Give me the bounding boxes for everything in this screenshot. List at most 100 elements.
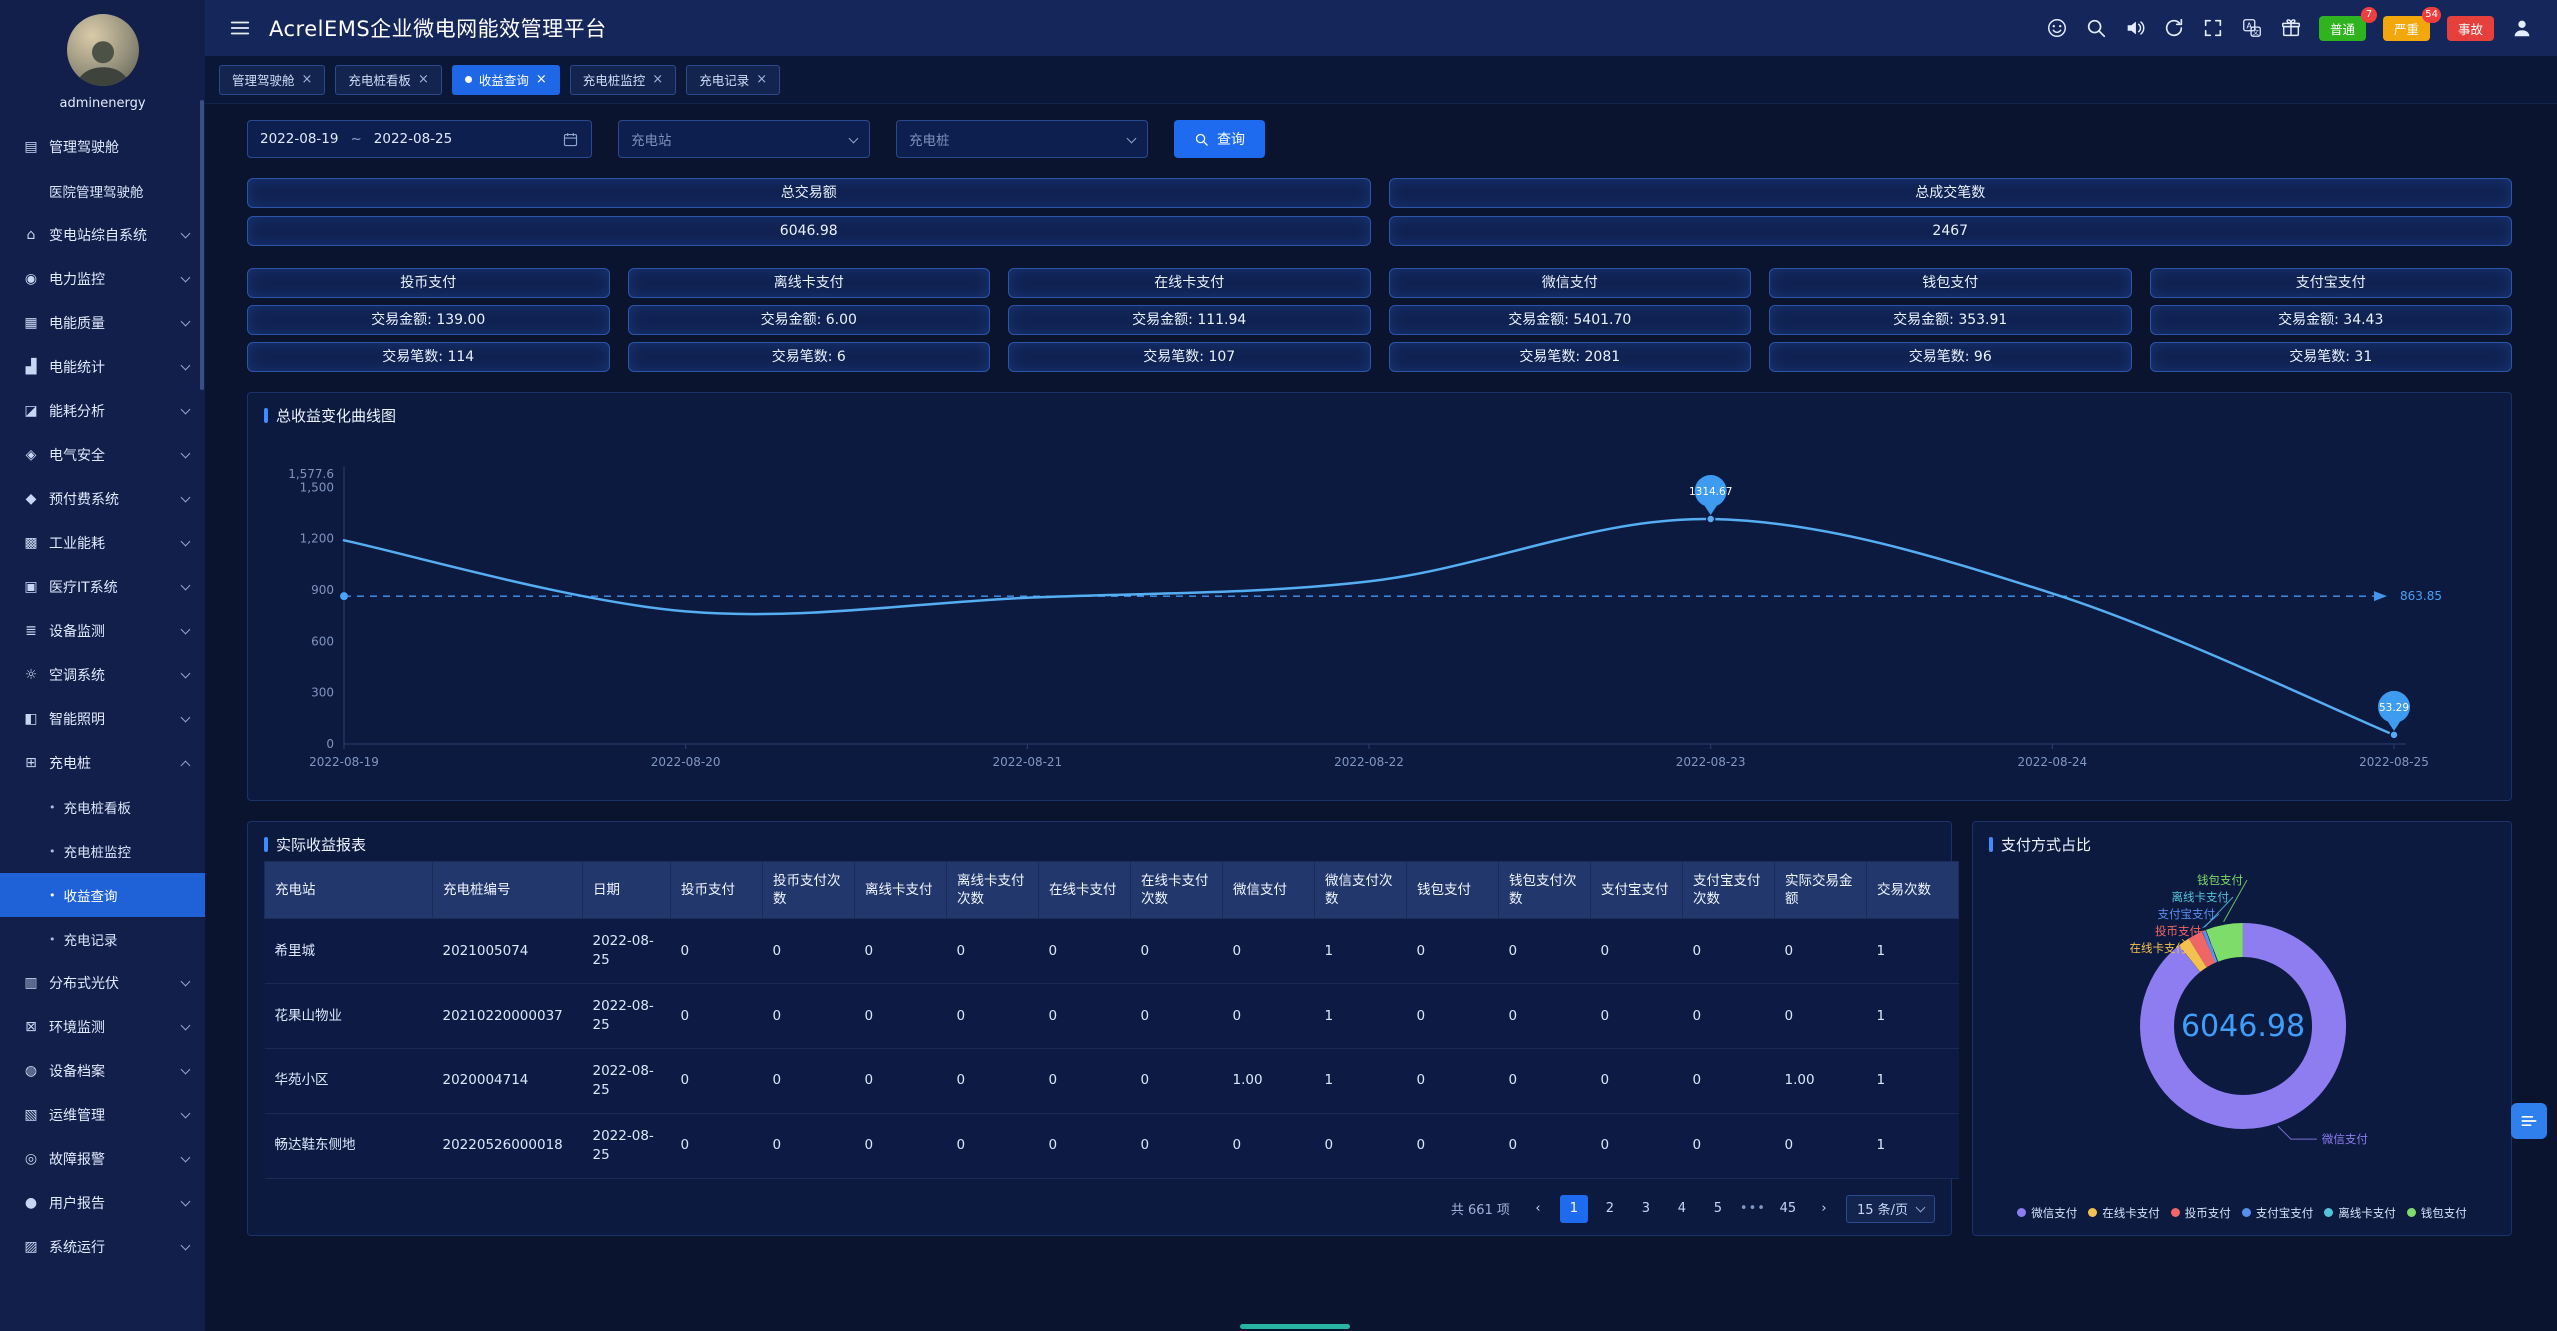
- sidebar-item-smart-lighting[interactable]: ◧智能照明: [0, 697, 205, 741]
- page-ellipsis[interactable]: •••: [1740, 1201, 1766, 1216]
- sidebar-item-prepaid-system[interactable]: ◆预付费系统: [0, 477, 205, 521]
- date-separator: ~: [350, 131, 361, 147]
- table-cell: 0: [1315, 1113, 1407, 1178]
- emoji-icon[interactable]: [2046, 17, 2068, 39]
- legend-item[interactable]: 投币支付: [2171, 1205, 2231, 1221]
- sidebar-item-energy-analysis[interactable]: ◪能耗分析: [0, 389, 205, 433]
- pile-select[interactable]: 充电桩: [896, 120, 1148, 158]
- tab-revenue-query[interactable]: 收益查询×: [452, 65, 560, 95]
- svg-text:2022-08-22: 2022-08-22: [1334, 755, 1404, 769]
- sidebar-item-system-operation[interactable]: ▨系统运行: [0, 1225, 205, 1269]
- menu-toggle-icon[interactable]: [229, 17, 251, 39]
- query-button[interactable]: 查询: [1174, 120, 1265, 158]
- sidebar-item-industrial-energy[interactable]: ▩工业能耗: [0, 521, 205, 565]
- pagination: 共 661 项‹12345•••45›15 条/页: [264, 1195, 1935, 1223]
- sidebar-item-substation-system[interactable]: ⌂变电站综自系统: [0, 213, 205, 257]
- date-range-picker[interactable]: 2022-08-19 ~ 2022-08-25: [247, 120, 592, 158]
- translate-icon[interactable]: A文: [2241, 17, 2263, 39]
- total-count-label: 总成交笔数: [1389, 178, 2513, 208]
- sidebar-subitem-label: 充电桩看板: [64, 797, 132, 817]
- sidebar-item-fault-alarm[interactable]: ◎故障报警: [0, 1137, 205, 1181]
- charging-pile-icon: ⊞: [20, 755, 42, 771]
- sidebar-item-power-quality[interactable]: ▦电能质量: [0, 301, 205, 345]
- sidebar-item-power-monitoring[interactable]: ◉电力监控: [0, 257, 205, 301]
- page-button-1[interactable]: 1: [1560, 1195, 1588, 1223]
- sync-icon[interactable]: [2163, 17, 2185, 39]
- tab-pile-monitoring[interactable]: 充电桩监控×: [570, 65, 676, 95]
- sidebar-item-management-cockpit[interactable]: ▤管理驾驶舱: [0, 125, 205, 169]
- sidebar-item-charging-pile[interactable]: ⊞充电桩: [0, 741, 205, 785]
- gift-icon[interactable]: [2280, 17, 2302, 39]
- sidebar: adminenergy ▤管理驾驶舱医院管理驾驶舱⌂变电站综自系统◉电力监控▦电…: [0, 0, 205, 1331]
- sidebar-subitem-charging-records[interactable]: •充电记录: [0, 917, 205, 961]
- alarm-badge-normal[interactable]: 普通7: [2319, 16, 2366, 41]
- sidebar-item-electrical-safety[interactable]: ◈电气安全: [0, 433, 205, 477]
- table-cell: 0: [1131, 919, 1223, 984]
- alarm-badge-accident[interactable]: 事故: [2447, 16, 2494, 41]
- legend-item[interactable]: 在线卡支付: [2088, 1205, 2160, 1221]
- sidebar-item-hvac-system[interactable]: ☼空调系统: [0, 653, 205, 697]
- sidebar-scrollbar-thumb[interactable]: [200, 100, 204, 390]
- sidebar-subitem-pile-dashboard[interactable]: •充电桩看板: [0, 785, 205, 829]
- table-cell: 0: [1131, 984, 1223, 1049]
- user-avatar-photo[interactable]: [67, 14, 139, 86]
- horizontal-scrollbar-thumb[interactable]: [1240, 1324, 1350, 1329]
- alarm-badge-severe[interactable]: 严重54: [2383, 16, 2430, 41]
- prev-page-button[interactable]: ‹: [1524, 1195, 1552, 1223]
- page-button-45[interactable]: 45: [1774, 1195, 1802, 1223]
- svg-text:2022-08-19: 2022-08-19: [309, 755, 379, 769]
- search-icon[interactable]: [2085, 17, 2107, 39]
- floating-widget-button[interactable]: [2511, 1103, 2547, 1139]
- legend-item[interactable]: 离线卡支付: [2324, 1205, 2396, 1221]
- page-button-3[interactable]: 3: [1632, 1195, 1660, 1223]
- sidebar-item-environment-monitoring[interactable]: ⊠环境监测: [0, 1005, 205, 1049]
- tab-close-icon[interactable]: ×: [652, 72, 663, 87]
- page-button-2[interactable]: 2: [1596, 1195, 1624, 1223]
- station-select[interactable]: 充电站: [618, 120, 870, 158]
- total-amount-label: 总交易额: [247, 178, 1371, 208]
- sidebar-item-user-report[interactable]: ●用户报告: [0, 1181, 205, 1225]
- tab-close-icon[interactable]: ×: [756, 72, 767, 87]
- tab-charging-records[interactable]: 充电记录×: [686, 65, 780, 95]
- table-cell: 0: [671, 1113, 763, 1178]
- page-button-4[interactable]: 4: [1668, 1195, 1696, 1223]
- sidebar-item-label: 电能质量: [49, 313, 105, 333]
- device-monitor-icon: ≣: [20, 623, 42, 639]
- chevron-down-icon: [1916, 1203, 1926, 1213]
- legend-item[interactable]: 钱包支付: [2407, 1205, 2467, 1221]
- alarm-badge-label: 严重: [2394, 22, 2419, 37]
- tab-management-cockpit[interactable]: 管理驾驶舱×: [219, 65, 325, 95]
- tab-close-icon[interactable]: ×: [536, 72, 547, 87]
- page-size-select[interactable]: 15 条/页: [1846, 1195, 1935, 1223]
- svg-text:1,200: 1,200: [300, 532, 334, 546]
- tab-close-icon[interactable]: ×: [418, 72, 429, 87]
- payment-card-count: 交易笔数: 2081: [1389, 342, 1752, 372]
- fullscreen-icon[interactable]: [2202, 17, 2224, 39]
- sidebar-item-operations-management[interactable]: ▧运维管理: [0, 1093, 205, 1137]
- volume-icon[interactable]: [2124, 17, 2146, 39]
- legend-item[interactable]: 微信支付: [2017, 1205, 2077, 1221]
- sidebar-subitem-pile-monitoring[interactable]: •充电桩监控: [0, 829, 205, 873]
- table-cell: 畅达鞋东侧地: [265, 1113, 433, 1178]
- sidebar-item-device-archive[interactable]: ◍设备档案: [0, 1049, 205, 1093]
- legend-dot-icon: [2407, 1208, 2416, 1217]
- chevron-down-icon: [181, 580, 191, 590]
- sidebar-item-device-monitoring[interactable]: ≣设备监测: [0, 609, 205, 653]
- table-cell: 0: [1499, 984, 1591, 1049]
- page-button-5[interactable]: 5: [1704, 1195, 1732, 1223]
- summary-section: 总交易额 6046.98 总成交笔数 2467: [247, 178, 2512, 246]
- table-cell: 1: [1315, 984, 1407, 1049]
- tab-pile-dashboard[interactable]: 充电桩看板×: [335, 65, 441, 95]
- sidebar-subitem-revenue-query[interactable]: •收益查询: [0, 873, 205, 917]
- next-page-button[interactable]: ›: [1810, 1195, 1838, 1223]
- user-icon[interactable]: [2511, 17, 2533, 39]
- column-header: 充电桩编号: [433, 862, 583, 919]
- sidebar-subitem-hospital-cockpit[interactable]: 医院管理驾驶舱: [0, 169, 205, 213]
- sidebar-item-medical-it[interactable]: ▣医疗IT系统: [0, 565, 205, 609]
- table-row: 华苑小区20200047142022-08-250000001.00100001…: [265, 1049, 1959, 1114]
- tab-close-icon[interactable]: ×: [302, 72, 313, 87]
- legend-item[interactable]: 支付宝支付: [2242, 1205, 2314, 1221]
- table-cell: 0: [1683, 984, 1775, 1049]
- sidebar-item-energy-statistics[interactable]: ▟电能统计: [0, 345, 205, 389]
- sidebar-item-distributed-pv[interactable]: ▥分布式光伏: [0, 961, 205, 1005]
